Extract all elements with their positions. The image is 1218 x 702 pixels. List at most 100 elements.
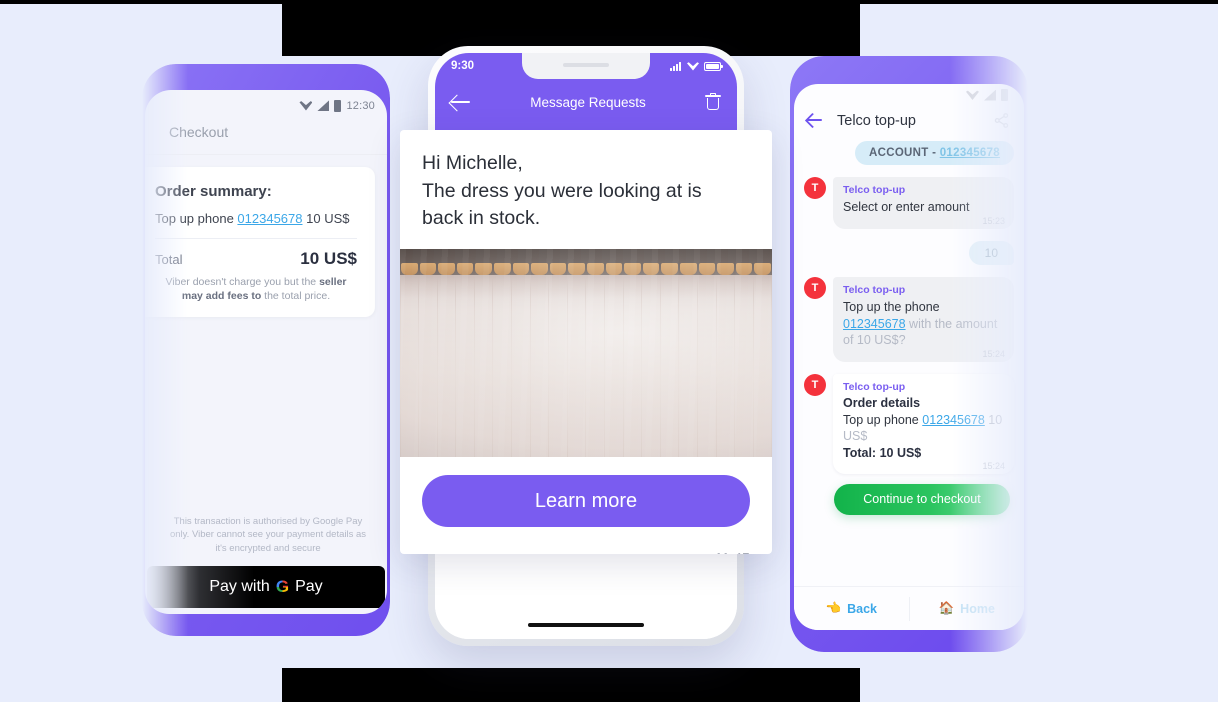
phone-number-link[interactable]: 012345678 (843, 317, 906, 331)
message-body: Select or enter amount (843, 200, 970, 214)
battery-icon (704, 61, 723, 71)
chat-message-4: T Telco top-up Order details Top up phon… (804, 374, 1014, 474)
message-timestamp: 15:23 (982, 216, 1005, 227)
wifi-icon (299, 101, 313, 111)
avatar: T (804, 177, 826, 199)
chat-message-3: T Telco top-up Top up the phone 01234567… (804, 277, 1014, 362)
promo-greeting: Hi Michelle, (422, 152, 523, 174)
chat-message-2-outgoing: 10 (968, 241, 1014, 266)
order-total-row: Total 10 US$ (155, 249, 357, 269)
order-total: Total: 10 US$ (843, 445, 922, 460)
right-phone-mockup: Telco top-up ACCOUNT - 012345678 T Telco… (790, 56, 1028, 652)
promo-message-card: Hi Michelle, The dress you were looking … (400, 130, 772, 554)
message-bubble: Telco top-up Select or enter amount 15:2… (833, 177, 1014, 230)
right-status-bar (794, 84, 1024, 106)
pay-with-google-pay-button[interactable]: Pay with G Pay (147, 566, 385, 608)
fee-note: Viber doesn't charge you but the seller … (155, 275, 357, 303)
account-chip-number[interactable]: 012345678 (940, 147, 1000, 159)
pay-button-prefix: Pay with (209, 578, 270, 595)
order-line-prefix: Top up phone (843, 413, 923, 427)
nav-item-back[interactable]: 👈 Back (794, 587, 909, 630)
promo-line-3: back in stock. (422, 207, 541, 230)
left-phone-mockup: 12:30 Checkout Order summary: Top up pho… (142, 64, 390, 636)
order-line-amount: 10 US$ (306, 211, 350, 226)
bleed-band-bottom-center (282, 668, 860, 702)
chat-message-1: T Telco top-up Select or enter amount 15… (804, 177, 1014, 230)
center-top-area: 9:30 Message Requests (435, 53, 737, 139)
battery-icon (1001, 89, 1008, 101)
message-sender: Telco top-up (843, 184, 906, 196)
phone-number-link[interactable]: 012345678 (237, 211, 302, 226)
promo-timestamp: 11:45 (400, 527, 772, 554)
payment-disclaimer: This transaction is authorised by Google… (169, 515, 367, 555)
nav-item-back-label: Back (847, 601, 877, 616)
left-footer: This transaction is authorised by Google… (145, 515, 387, 608)
account-chip: ACCOUNT - 012345678 (855, 141, 1014, 165)
order-details-title: Order details (843, 396, 921, 410)
avatar: T (804, 374, 826, 396)
message-sender: Telco top-up (843, 284, 906, 297)
dress-rack-photo (400, 249, 772, 458)
order-details-line: Top up phone 012345678 10 US$ (843, 412, 1004, 445)
back-arrow-icon[interactable] (806, 112, 823, 129)
total-label: Total (155, 252, 183, 267)
message-requests-navbar: Message Requests (435, 79, 737, 125)
speaker-grille (563, 63, 609, 67)
account-chip-label: ACCOUNT - (869, 147, 937, 159)
signal-icon (317, 100, 330, 111)
home-indicator (528, 623, 644, 627)
order-line-item: Top up phone 012345678 10 US$ (155, 211, 357, 226)
status-time: 12:30 (346, 99, 375, 112)
battery-icon (334, 99, 342, 112)
total-value: 10 US$ (300, 249, 357, 268)
chat-header: Telco top-up (794, 106, 1024, 141)
wifi-icon (966, 90, 979, 100)
order-details-bubble: Telco top-up Order details Top up phone … (833, 374, 1014, 474)
status-time: 9:30 (451, 60, 475, 72)
order-summary-heading: Order summary: (155, 183, 272, 200)
signal-icon (984, 89, 996, 101)
share-icon[interactable] (993, 112, 1010, 129)
summary-divider (155, 238, 357, 239)
phone-number-link[interactable]: 012345678 (922, 413, 985, 427)
message-bubble: Telco top-up Top up the phone 012345678 … (833, 277, 1014, 362)
navbar-title: Message Requests (530, 94, 646, 110)
fee-note-part1: Viber doesn't charge you but the (165, 276, 320, 288)
photo-veil (400, 249, 772, 458)
notch (522, 53, 650, 79)
cellular-bars-icon (670, 61, 682, 71)
fee-note-part2: the total price. (261, 290, 331, 303)
house-icon: 🏠 (938, 601, 955, 615)
trash-icon[interactable] (705, 93, 721, 111)
bottom-nav: 👈 Back 🏠 Home (794, 586, 1024, 630)
message-sender: Telco top-up (843, 381, 906, 393)
message-timestamp: 15:24 (982, 460, 1005, 471)
chat-thread: ACCOUNT - 012345678 T Telco top-up Selec… (794, 141, 1024, 515)
left-phone-screen: 12:30 Checkout Order summary: Top up pho… (145, 90, 387, 614)
learn-more-button[interactable]: Learn more (422, 475, 750, 528)
message-body: Top up the phone 012345678 with the amou… (843, 299, 1004, 348)
continue-to-checkout-button[interactable]: Continue to checkout (834, 483, 1010, 515)
back-arrow-icon[interactable] (451, 93, 471, 111)
page-title: Checkout (169, 124, 229, 140)
nav-item-home[interactable]: 🏠 Home (910, 587, 1025, 630)
promo-line-2: The dress you were looking at is (422, 179, 702, 202)
screenshot-canvas: 12:30 Checkout Order summary: Top up pho… (0, 0, 1218, 702)
right-phone-screen: Telco top-up ACCOUNT - 012345678 T Telco… (794, 84, 1024, 630)
promo-text: Hi Michelle, The dress you were looking … (400, 130, 772, 249)
chat-title: Telco top-up (837, 112, 916, 129)
promo-cta-wrap: Learn more (400, 457, 772, 528)
status-icons (670, 61, 723, 71)
pointing-hand-icon: 👈 (825, 601, 842, 615)
avatar: T (804, 277, 826, 300)
order-summary-card: Order summary: Top up phone 012345678 10… (145, 167, 375, 318)
pay-button-brand: Pay (295, 578, 323, 595)
left-status-bar: 12:30 (145, 90, 387, 116)
wifi-icon (687, 62, 699, 71)
header-divider (145, 154, 387, 155)
nav-item-home-label: Home (960, 601, 995, 616)
order-line-prefix: Top up phone (155, 211, 234, 226)
google-g-icon: G (275, 577, 290, 596)
message-timestamp: 15:24 (982, 349, 1005, 359)
confirm-text-a: Top up the phone (843, 300, 940, 315)
